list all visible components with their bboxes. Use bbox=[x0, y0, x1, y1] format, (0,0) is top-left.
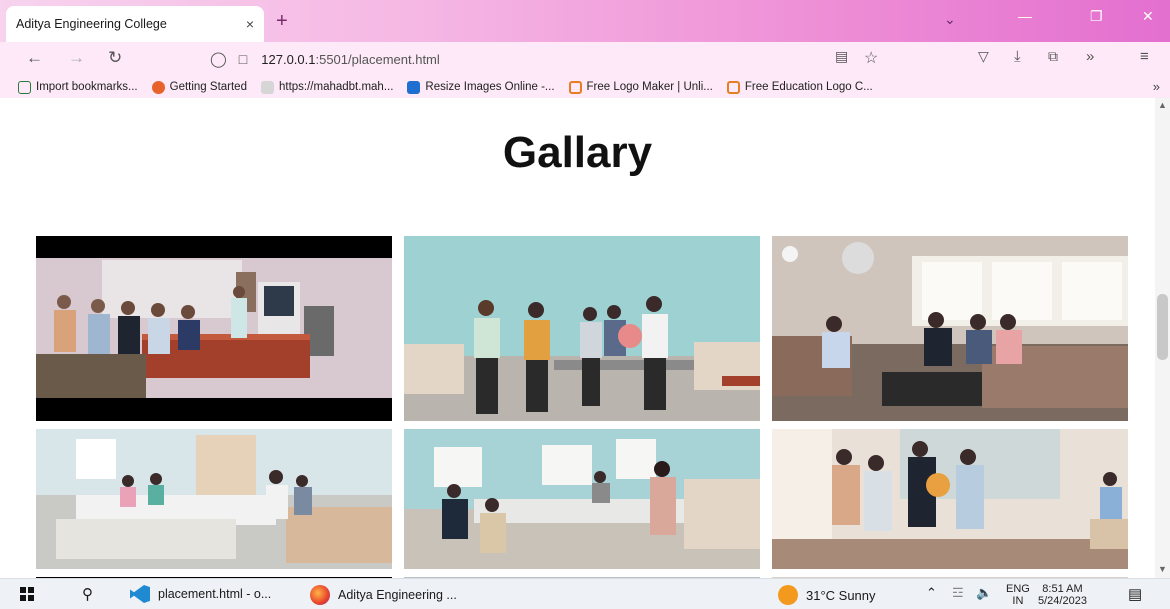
page-icon: □ bbox=[238, 51, 248, 67]
gallery-photo-3 bbox=[772, 236, 1128, 421]
page-content: Gallary bbox=[0, 98, 1155, 578]
region-code: IN bbox=[1012, 595, 1024, 607]
photo-group-discussion bbox=[404, 429, 760, 569]
logo-favicon-icon bbox=[726, 80, 740, 94]
url-host: 127.0.0.1 bbox=[261, 51, 316, 67]
weather-text: 31°C Sunny bbox=[806, 587, 876, 603]
bookmark-import[interactable]: Import bookmarks... bbox=[18, 80, 138, 94]
bookmark-logo-maker[interactable]: Free Logo Maker | Unli... bbox=[568, 80, 713, 94]
photo-meeting-room bbox=[772, 236, 1128, 421]
bookmark-label: Import bookmarks... bbox=[36, 81, 138, 93]
new-tab-button[interactable]: + bbox=[276, 10, 288, 33]
bookmark-resize-images[interactable]: Resize Images Online -... bbox=[407, 80, 555, 94]
clock-time: 8:51 AM bbox=[1042, 583, 1083, 595]
list-all-tabs-icon[interactable]: ⌄ bbox=[944, 11, 956, 28]
bookmark-star-icon[interactable]: ☆ bbox=[864, 48, 878, 68]
import-icon bbox=[18, 80, 31, 94]
close-window-icon[interactable]: ✕ bbox=[1142, 8, 1154, 25]
taskbar-vscode[interactable]: placement.html - o... bbox=[130, 585, 271, 603]
firefox-icon bbox=[310, 585, 330, 605]
sun-icon bbox=[778, 585, 798, 605]
windows-taskbar: ⚲ placement.html - o... Aditya Engineeri… bbox=[0, 578, 1170, 609]
url-bar[interactable]: ◯ □ 127.0.0.1:5501/placement.html bbox=[210, 46, 890, 72]
bookmark-label: Free Logo Maker | Unli... bbox=[586, 81, 713, 93]
bookmark-mahadbt[interactable]: https://mahadbt.mah... bbox=[260, 80, 394, 94]
bookmark-getting-started[interactable]: Getting Started bbox=[151, 80, 247, 94]
navigation-bar: ← → ↻ ◯ □ 127.0.0.1:5501/placement.html … bbox=[0, 42, 1170, 76]
reader-view-icon[interactable]: ▤ bbox=[835, 48, 848, 65]
forward-icon[interactable]: → bbox=[68, 48, 85, 68]
url-path: :5501/placement.html bbox=[315, 51, 440, 67]
tab-title: Aditya Engineering College bbox=[16, 17, 167, 31]
url-text: 127.0.0.1:5501/placement.html bbox=[261, 52, 440, 67]
taskbar-item-label: Aditya Engineering ... bbox=[338, 588, 457, 602]
bookmarks-toolbar: Import bookmarks... Getting Started http… bbox=[0, 76, 1170, 98]
taskbar-item-label: placement.html - o... bbox=[158, 587, 272, 601]
scroll-up-icon[interactable]: ▲ bbox=[1158, 100, 1167, 110]
taskbar-firefox[interactable]: Aditya Engineering ... bbox=[310, 585, 457, 605]
resize-favicon-icon bbox=[407, 80, 421, 94]
gallery-photo-1 bbox=[36, 236, 392, 421]
bookmark-label: Getting Started bbox=[169, 81, 247, 93]
reload-icon[interactable]: ↻ bbox=[108, 48, 122, 68]
bookmark-label: https://mahadbt.mah... bbox=[278, 81, 394, 93]
bookmarks-overflow-icon[interactable]: » bbox=[1153, 79, 1160, 94]
gallery-photo-6 bbox=[772, 429, 1128, 569]
photo-classroom-discussion bbox=[36, 429, 392, 569]
browser-titlebar: Aditya Engineering College × + ⌄ — ❐ ✕ bbox=[0, 0, 1170, 42]
gallery-photo-2 bbox=[404, 236, 760, 421]
gallery-photo-4 bbox=[36, 429, 392, 569]
app-menu-icon[interactable]: ≡ bbox=[1140, 48, 1149, 65]
language-indicator[interactable]: ENG IN bbox=[1006, 583, 1030, 607]
overflow-menu-icon[interactable]: » bbox=[1086, 48, 1094, 65]
restore-icon[interactable]: ❐ bbox=[1090, 8, 1103, 25]
pocket-icon[interactable]: ▽ bbox=[978, 48, 989, 65]
tab-close-icon[interactable]: × bbox=[246, 16, 254, 32]
downloads-icon[interactable]: ⤓ bbox=[1014, 48, 1021, 65]
photo-bouquet-presentation bbox=[404, 236, 760, 421]
search-button[interactable]: ⚲ bbox=[82, 585, 93, 603]
photo-seminar-room bbox=[36, 258, 392, 398]
notifications-icon[interactable]: ▤ bbox=[1128, 585, 1142, 603]
scrollbar-thumb[interactable] bbox=[1157, 294, 1168, 360]
search-icon: ⚲ bbox=[82, 586, 93, 603]
volume-icon[interactable]: 🔈 bbox=[976, 585, 992, 601]
browser-tab[interactable]: Aditya Engineering College × bbox=[6, 6, 264, 42]
page-favicon-icon bbox=[260, 80, 274, 94]
scroll-down-icon[interactable]: ▼ bbox=[1158, 564, 1167, 574]
bookmark-label: Resize Images Online -... bbox=[425, 81, 555, 93]
clock-date: 5/24/2023 bbox=[1038, 595, 1087, 607]
windows-logo-icon bbox=[20, 587, 34, 601]
weather-widget[interactable]: 31°C Sunny bbox=[778, 585, 876, 605]
wifi-icon[interactable]: ☲ bbox=[952, 585, 964, 601]
language-code: ENG bbox=[1006, 583, 1030, 595]
clock[interactable]: 8:51 AM 5/24/2023 bbox=[1038, 583, 1087, 607]
tracking-shield-icon[interactable]: ◯ bbox=[210, 50, 227, 68]
page-title: Gallary bbox=[502, 128, 653, 177]
firefox-icon bbox=[151, 80, 165, 94]
bookmark-label: Free Education Logo C... bbox=[744, 81, 873, 93]
bookmark-education-logo[interactable]: Free Education Logo C... bbox=[726, 80, 873, 94]
photo-guest-welcome bbox=[772, 429, 1128, 569]
start-button[interactable] bbox=[20, 587, 34, 601]
show-hidden-icons-icon[interactable]: ⌃ bbox=[926, 585, 937, 601]
back-icon[interactable]: ← bbox=[26, 48, 43, 68]
gallery-photo-5 bbox=[404, 429, 760, 569]
extensions-icon[interactable]: ⧉ bbox=[1048, 48, 1058, 65]
page-scrollbar[interactable]: ▲ ▼ bbox=[1155, 98, 1170, 578]
minimize-icon[interactable]: — bbox=[1018, 8, 1032, 24]
vscode-icon bbox=[130, 585, 150, 603]
logo-favicon-icon bbox=[568, 80, 582, 94]
